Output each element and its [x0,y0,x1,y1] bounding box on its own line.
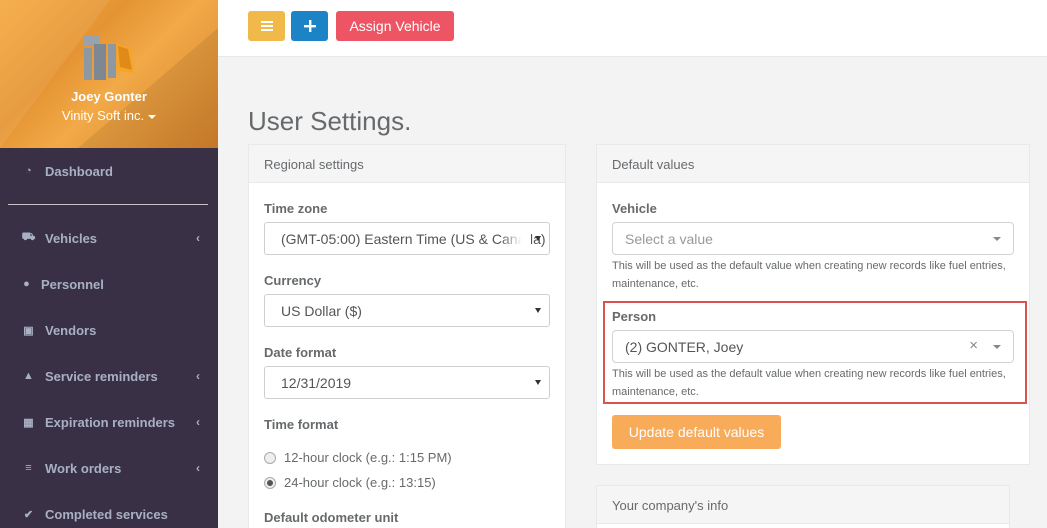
profile-header: Joey Gonter Vinity Soft inc. [0,0,218,148]
sidebar-item-label: Completed services [45,506,168,522]
sidebar-item-label: Vendors [45,322,97,338]
date-format-label: Date format [264,345,337,360]
sidebar-item-completed-services[interactable]: ✔ Completed services [0,491,218,528]
caret-down-icon [535,380,541,385]
sidebar-item-dashboard[interactable]: ◔ Dashboard [0,148,218,194]
date-format-select[interactable]: 12/31/2019 [264,366,550,399]
sidebar-item-label: Expiration reminders [45,414,176,430]
truck-icon: ⛟ [21,231,36,243]
vehicle-label: Vehicle [612,201,657,216]
tasks-icon: ≡ [25,462,32,474]
sidebar: Joey Gonter Vinity Soft inc. ◔ Dashboard… [0,0,218,528]
time-format-label: Time format [264,417,339,432]
date-format-value: 12/31/2019 [281,375,352,391]
caret-down-icon [993,237,1001,241]
timezone-select[interactable]: (GMT-05:00) Eastern Time (US & Canada) [264,222,550,255]
menu-toggle-button[interactable] [248,11,285,41]
sidebar-item-work-orders[interactable]: ≡ Work orders ‹ [0,445,218,491]
sidebar-item-vehicles[interactable]: ⛟ Vehicles ‹ [0,215,218,261]
panel-title: Regional settings [249,145,565,183]
chevron-left-icon: ‹ [196,461,200,475]
sidebar-divider [8,204,208,205]
company-info-panel: Your company's info [596,485,1010,528]
chevron-left-icon: ‹ [196,231,200,245]
clear-icon[interactable]: × [969,337,978,354]
time-12h-label[interactable]: 12-hour clock (e.g.: 1:15 PM) [284,450,452,465]
chevron-left-icon: ‹ [196,369,200,383]
vehicle-select[interactable]: Select a value [612,222,1014,255]
warning-icon: ▲ [23,370,34,382]
page-title: User Settings. [248,106,412,136]
person-label: Person [612,309,657,324]
timezone-label: Time zone [264,201,328,216]
sidebar-item-label: Vehicles [45,230,98,246]
sidebar-item-label: Service reminders [45,368,158,384]
sidebar-item-label: Personnel [41,276,104,292]
panel-title: Your company's info [597,486,1009,524]
sidebar-item-label: Dashboard [45,163,113,179]
dashboard-icon: ◔ [25,165,32,177]
currency-label: Currency [264,273,322,288]
user-icon: ● [23,278,30,290]
bars-icon [260,21,273,31]
calendar-icon: ▦ [23,416,34,429]
company-name: Vinity Soft inc. [61,108,145,123]
sidebar-item-label: Work orders [45,460,122,476]
time-12h-radio[interactable] [264,452,276,464]
chevron-left-icon: ‹ [196,415,200,429]
caret-down-icon [993,345,1001,349]
profile-name[interactable]: Joey Gonter [0,89,218,104]
time-24h-radio[interactable] [264,477,276,489]
caret-down-icon [148,114,157,119]
sidebar-item-expiration-reminders[interactable]: ▦ Expiration reminders ‹ [0,399,218,445]
top-navbar: Assign Vehicle [218,0,1047,57]
add-button[interactable] [291,11,328,41]
time-24h-label[interactable]: 24-hour clock (e.g.: 13:15) [284,475,436,490]
company-dropdown[interactable]: Vinity Soft inc. [0,108,218,123]
sidebar-item-service-reminders[interactable]: ▲ Service reminders ‹ [0,353,218,399]
currency-value: US Dollar ($) [281,303,362,319]
person-value: (2) GONTER, Joey [625,339,744,355]
plus-icon [303,20,316,32]
vehicle-placeholder: Select a value [625,231,713,247]
briefcase-icon: ▣ [23,324,34,337]
person-select[interactable]: (2) GONTER, Joey × [612,330,1014,363]
person-hint: This will be used as the default value w… [612,368,1006,398]
company-logo [84,36,134,80]
sidebar-item-vendors[interactable]: ▣ Vendors [0,307,218,353]
currency-select[interactable]: US Dollar ($) [264,294,550,327]
vehicle-hint: This will be used as the default value w… [612,260,1006,290]
panel-title: Default values [597,145,1029,183]
caret-down-icon [535,308,541,313]
assign-vehicle-button[interactable]: Assign Vehicle [336,11,454,41]
check-icon: ✔ [23,508,34,521]
update-default-values-button[interactable]: Update default values [612,415,781,449]
odometer-unit-label: Default odometer unit [264,510,399,525]
caret-down-icon [535,236,541,241]
sidebar-item-personnel[interactable]: ● Personnel [0,261,218,307]
